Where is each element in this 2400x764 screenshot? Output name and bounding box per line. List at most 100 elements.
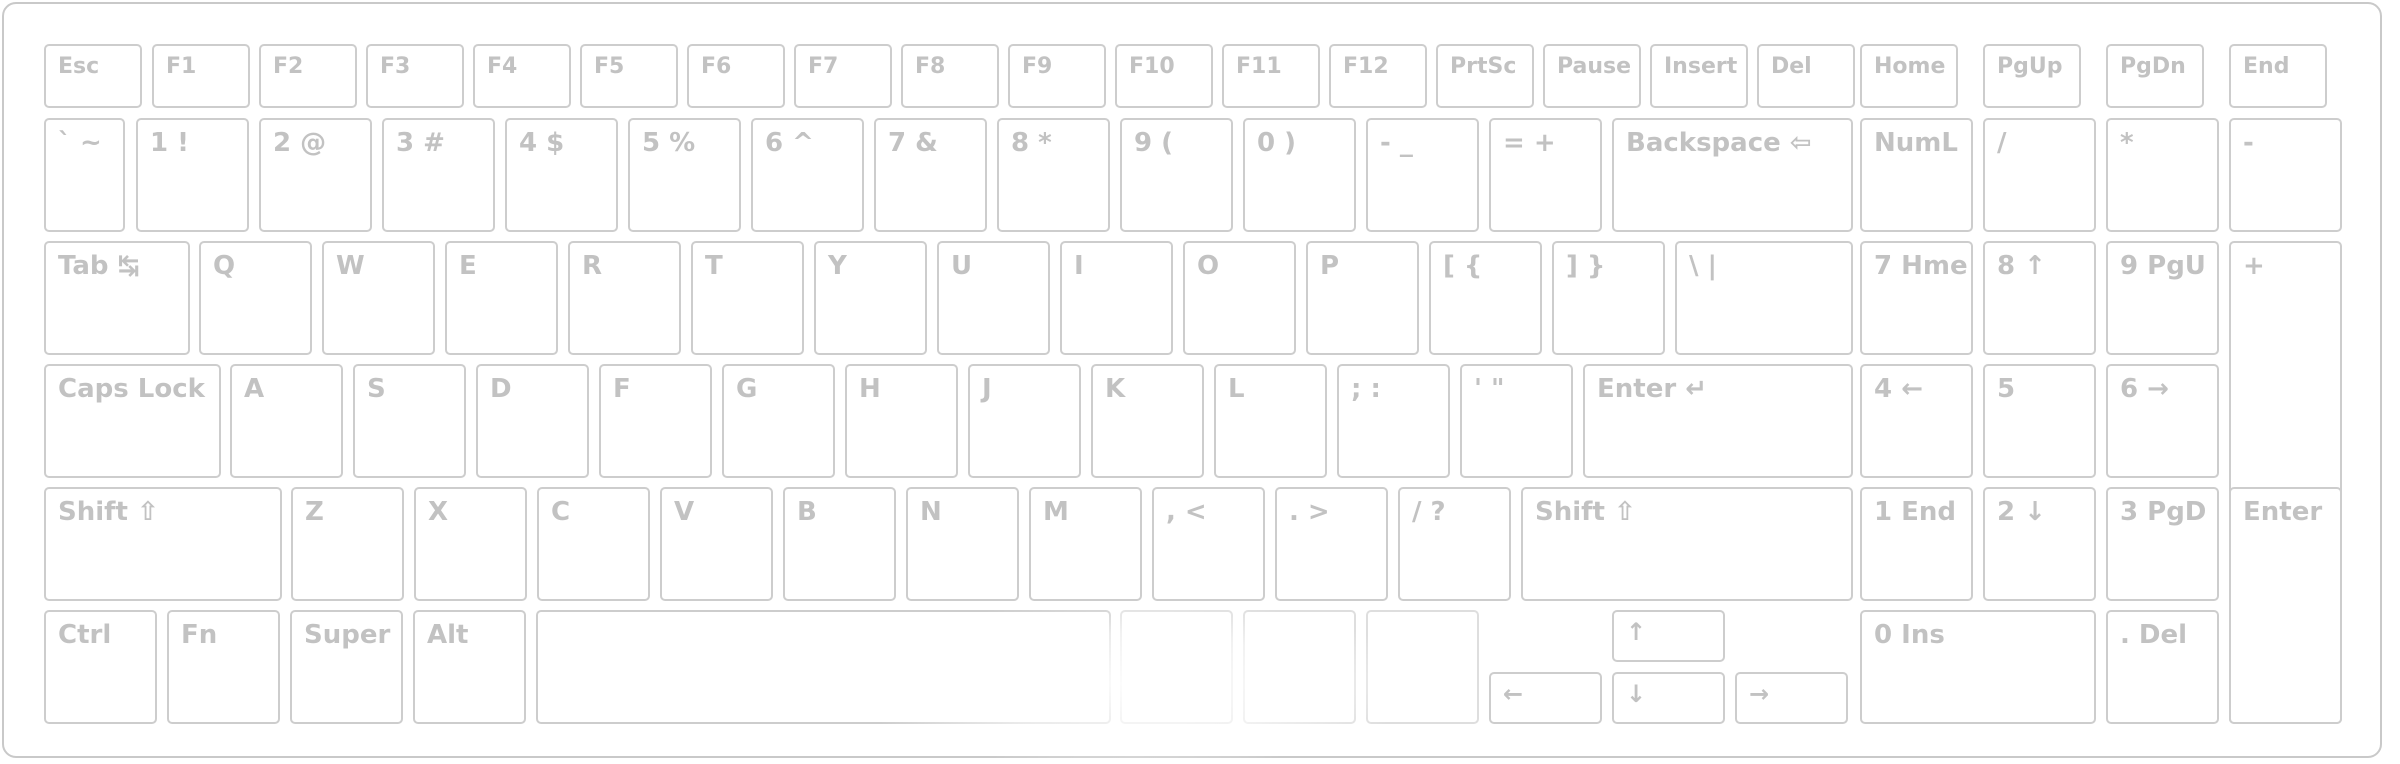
key-7-hme-tab-14[interactable]: 7 Hme <box>1860 241 1973 355</box>
key-v-shift-4[interactable]: V <box>660 487 773 601</box>
key-symbol-bottom-9[interactable]: ← <box>1489 672 1602 724</box>
key-m-shift-7[interactable]: M <box>1029 487 1142 601</box>
key-f3[interactable]: F3 <box>366 44 464 108</box>
key-a-caps-1[interactable]: A <box>230 364 343 478</box>
key-f12[interactable]: F12 <box>1329 44 1427 108</box>
key-3-number-3[interactable]: 3 # <box>382 118 495 232</box>
key-alt-bottom-3[interactable]: Alt <box>413 610 526 724</box>
key-2-shift-13[interactable]: 2 ↓ <box>1983 487 2096 601</box>
key-c-shift-3[interactable]: C <box>537 487 650 601</box>
key-pgup[interactable]: PgUp <box>1983 44 2081 108</box>
key-o-tab-9[interactable]: O <box>1183 241 1296 355</box>
key-f6[interactable]: F6 <box>687 44 785 108</box>
key-symbol-shift-10[interactable]: / ? <box>1398 487 1511 601</box>
key-shift-shift-11[interactable]: Shift ⇧ <box>1521 487 1853 601</box>
key-symbol-bottom-8[interactable]: ↑ <box>1612 610 1725 662</box>
key-2-number-2[interactable]: 2 @ <box>259 118 372 232</box>
key-pgdn[interactable]: PgDn <box>2106 44 2204 108</box>
key-f10[interactable]: F10 <box>1115 44 1213 108</box>
key-f7[interactable]: F7 <box>794 44 892 108</box>
key-g-caps-5[interactable]: G <box>722 364 835 478</box>
key-l-caps-9[interactable]: L <box>1214 364 1327 478</box>
key-e-tab-3[interactable]: E <box>445 241 558 355</box>
key-shift-shift-0[interactable]: Shift ⇧ <box>44 487 282 601</box>
key-1-end-shift-12[interactable]: 1 End <box>1860 487 1973 601</box>
key-enter-caps-12[interactable]: Enter ↵ <box>1583 364 1853 478</box>
key-enter-shift-15[interactable]: Enter <box>2229 487 2342 724</box>
key-del[interactable]: Del <box>1757 44 1855 108</box>
key-del-bottom-13[interactable]: . Del <box>2106 610 2219 724</box>
key-blank-5[interactable] <box>1120 610 1233 724</box>
key-end[interactable]: End <box>2229 44 2327 108</box>
key-f8[interactable]: F8 <box>901 44 999 108</box>
key-y-tab-6[interactable]: Y <box>814 241 927 355</box>
key-ctrl-bottom-0[interactable]: Ctrl <box>44 610 157 724</box>
key-4-caps-13[interactable]: 4 ← <box>1860 364 1973 478</box>
key-h-caps-6[interactable]: H <box>845 364 958 478</box>
key-x-shift-2[interactable]: X <box>414 487 527 601</box>
key-symbol-tab-11[interactable]: [ { <box>1429 241 1542 355</box>
key-d-caps-3[interactable]: D <box>476 364 589 478</box>
key-s-caps-2[interactable]: S <box>353 364 466 478</box>
key-symbol-number-12[interactable]: = + <box>1489 118 1602 232</box>
key-9-pgu-tab-16[interactable]: 9 PgU <box>2106 241 2219 355</box>
key-t-tab-5[interactable]: T <box>691 241 804 355</box>
key-1-number-1[interactable]: 1 ! <box>136 118 249 232</box>
key-u-tab-7[interactable]: U <box>937 241 1050 355</box>
key-w-tab-2[interactable]: W <box>322 241 435 355</box>
key-symbol-bottom-10[interactable]: ↓ <box>1612 672 1725 724</box>
key-3-pgd-shift-14[interactable]: 3 PgD <box>2106 487 2219 601</box>
key-q-tab-1[interactable]: Q <box>199 241 312 355</box>
key-symbol-number-11[interactable]: - _ <box>1366 118 1479 232</box>
key-f4[interactable]: F4 <box>473 44 571 108</box>
key-8-tab-15[interactable]: 8 ↑ <box>1983 241 2096 355</box>
key-0-number-10[interactable]: 0 ) <box>1243 118 1356 232</box>
key-symbol-shift-9[interactable]: . > <box>1275 487 1388 601</box>
key-insert[interactable]: Insert <box>1650 44 1748 108</box>
key-i-tab-8[interactable]: I <box>1060 241 1173 355</box>
key-b-shift-5[interactable]: B <box>783 487 896 601</box>
key-prtsc[interactable]: PrtSc <box>1436 44 1534 108</box>
key-blank-6[interactable] <box>1243 610 1356 724</box>
key-4-number-4[interactable]: 4 $ <box>505 118 618 232</box>
key-symbol-number-0[interactable]: ` ~ <box>44 118 125 232</box>
key-symbol-caps-10[interactable]: ; : <box>1337 364 1450 478</box>
key-fn-bottom-1[interactable]: Fn <box>167 610 280 724</box>
key-super-bottom-2[interactable]: Super <box>290 610 403 724</box>
key-f11[interactable]: F11 <box>1222 44 1320 108</box>
key-f-caps-4[interactable]: F <box>599 364 712 478</box>
key-numl-number-14[interactable]: NumL <box>1860 118 1973 232</box>
key-8-number-8[interactable]: 8 * <box>997 118 1110 232</box>
key-6-number-6[interactable]: 6 ^ <box>751 118 864 232</box>
key-6-caps-15[interactable]: 6 → <box>2106 364 2219 478</box>
key-symbol-number-15[interactable]: / <box>1983 118 2096 232</box>
key-5-caps-14[interactable]: 5 <box>1983 364 2096 478</box>
key-k-caps-8[interactable]: K <box>1091 364 1204 478</box>
key-0-ins-bottom-12[interactable]: 0 Ins <box>1860 610 2096 724</box>
key-symbol-shift-8[interactable]: , < <box>1152 487 1265 601</box>
key-space[interactable] <box>536 610 1111 724</box>
key-9-number-9[interactable]: 9 ( <box>1120 118 1233 232</box>
key-j-caps-7[interactable]: J <box>968 364 1081 478</box>
key-f5[interactable]: F5 <box>580 44 678 108</box>
key-f2[interactable]: F2 <box>259 44 357 108</box>
key-symbol-tab-12[interactable]: ] } <box>1552 241 1665 355</box>
key-f1[interactable]: F1 <box>152 44 250 108</box>
key-symbol-caps-11[interactable]: ' " <box>1460 364 1573 478</box>
key-5-number-5[interactable]: 5 % <box>628 118 741 232</box>
key-esc[interactable]: Esc <box>44 44 142 108</box>
key-home[interactable]: Home <box>1860 44 1958 108</box>
key-blank-7[interactable] <box>1366 610 1479 724</box>
key-symbol-number-16[interactable]: * <box>2106 118 2219 232</box>
key-symbol-bottom-11[interactable]: → <box>1735 672 1848 724</box>
key-symbol-number-17[interactable]: - <box>2229 118 2342 232</box>
key-pause[interactable]: Pause <box>1543 44 1641 108</box>
key-7-number-7[interactable]: 7 & <box>874 118 987 232</box>
key-tab-tab-0[interactable]: Tab ↹ <box>44 241 190 355</box>
key-p-tab-10[interactable]: P <box>1306 241 1419 355</box>
key-caps-lock-caps-0[interactable]: Caps Lock <box>44 364 221 478</box>
key-symbol-tab-13[interactable]: \ | <box>1675 241 1853 355</box>
key-backspace-number-13[interactable]: Backspace ⇦ <box>1612 118 1853 232</box>
key-n-shift-6[interactable]: N <box>906 487 1019 601</box>
key-r-tab-4[interactable]: R <box>568 241 681 355</box>
